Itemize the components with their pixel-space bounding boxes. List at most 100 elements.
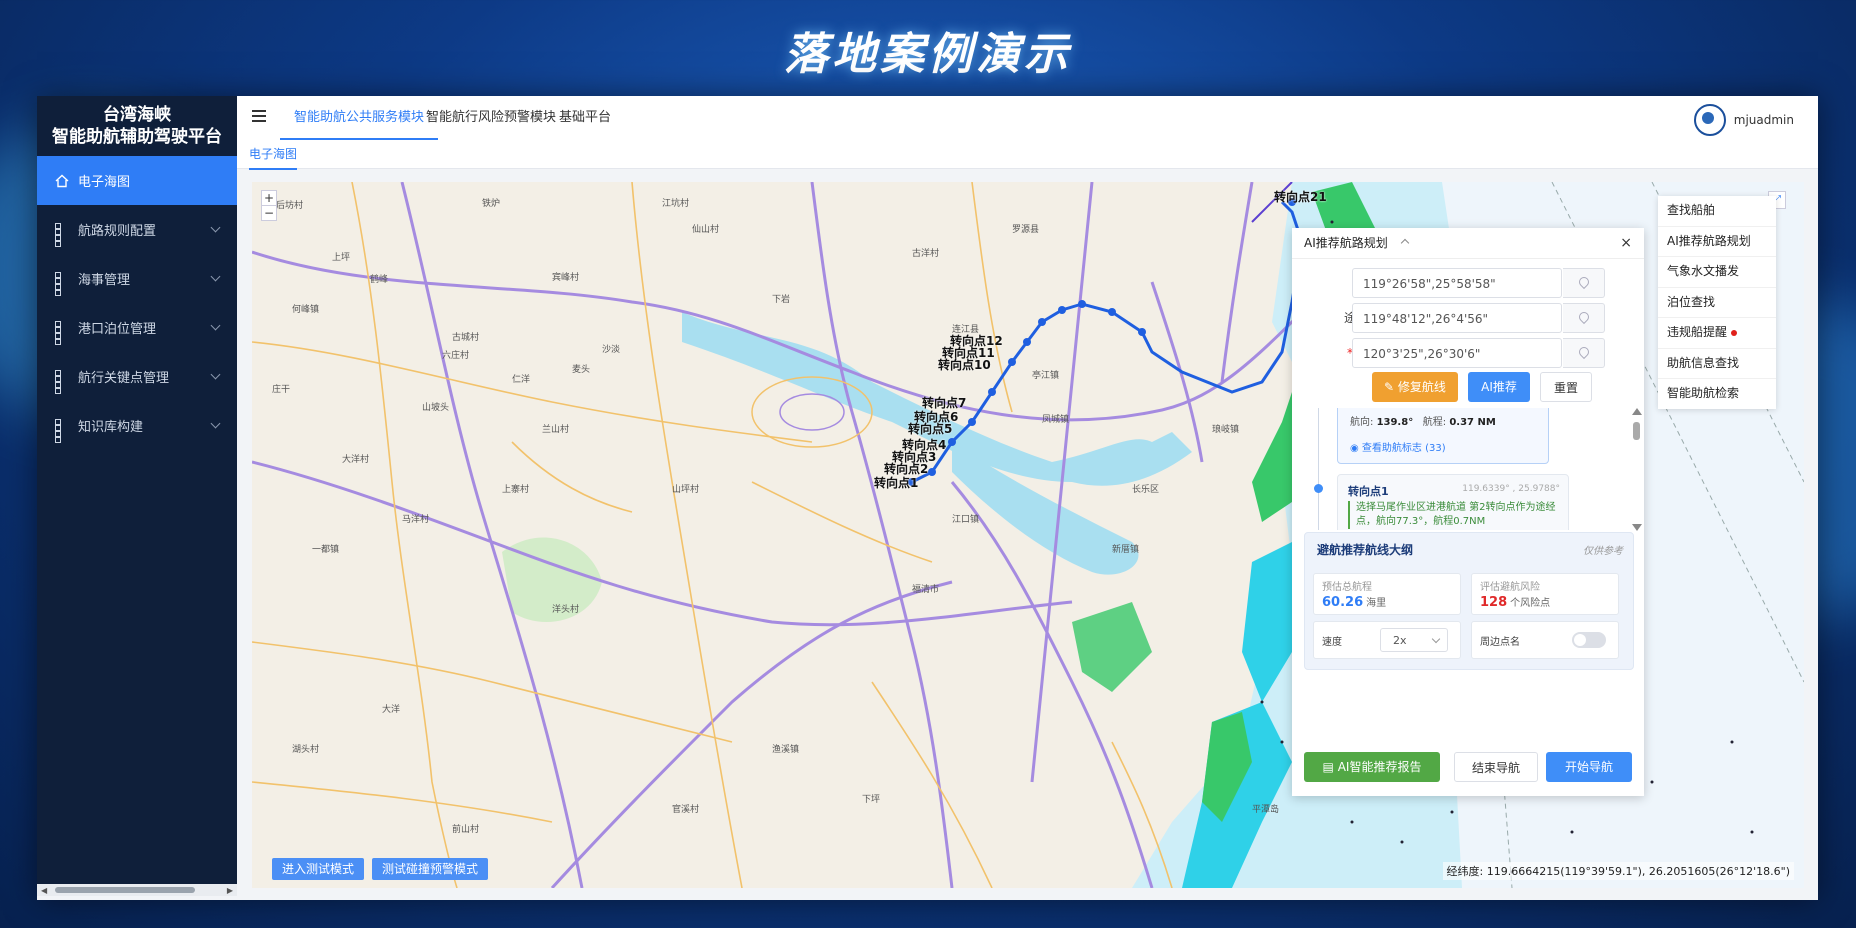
horizontal-scrollbar[interactable]: ◀ ▶ [37,884,237,896]
tab-electronic-chart[interactable]: 电子海图 [249,140,298,170]
place-label: 新厝镇 [1112,545,1140,555]
edit-icon: ✎ [1384,380,1398,394]
place-label: 下岩 [772,295,791,305]
zoom-control: + − [261,190,277,221]
top-nav: 智能助航公共服务模块 智能航行风险预警模块 基础平台 mjuadmin [237,96,1818,141]
place-label: 马洋村 [402,515,430,525]
via-point-row: 途径点 119°48'12",26°4'56" [1292,301,1644,335]
scrollbar-thumb[interactable] [1633,422,1640,440]
distance-unit: 海里 [1366,598,1387,609]
sidebar-item-route-rules[interactable]: 航路规则配置 [37,205,237,254]
heading-value: 139.8° [1376,417,1414,428]
sidebar-item-knowledge[interactable]: 知识库构建 [37,401,237,450]
menu-item-weather[interactable]: 气象水文播发 [1658,257,1776,288]
collision-warning-mode-button[interactable]: 测试碰撞预警模式 [372,858,489,880]
waypoint-label: 转向点5 [908,422,953,436]
route-timeline: 航向: 139.8° 航程: 0.37 NM ◉ 查看助航标志 (33) 转向点… [1304,408,1624,530]
test-mode-button[interactable]: 进入测试模式 [272,858,365,880]
avatar [1693,104,1726,136]
chevron-down-icon [210,418,221,429]
brand-line-1: 台湾海峡 [103,105,171,125]
location-pin-icon[interactable] [1563,338,1605,368]
sidebar: 台湾海峡 智能助航辅助驾驶平台 电子海图 航路规则配置 海事管理 港口泊位管理 … [37,96,237,896]
place-label: 后坊村 [276,201,304,211]
scroll-right-icon[interactable]: ▶ [227,886,233,895]
risk-label: 评估避航风险 [1480,582,1540,593]
distance-value-row: 60.26 海里 [1322,594,1386,610]
scroll-down-icon[interactable] [1632,524,1642,531]
risk-value: 128 [1480,595,1508,610]
place-label: 仁洋 [512,375,531,385]
repair-route-button[interactable]: ✎ 修复航线 [1372,372,1458,402]
tab-public-service[interactable]: 智能助航公共服务模块 [279,96,439,140]
place-label: 大洋村 [342,455,370,465]
distance-label: 预估总航程 [1322,582,1372,593]
nearby-names-toggle[interactable] [1572,632,1606,648]
waypoint-card[interactable]: 转向点1 119.6339° , 25.9788° 选择马尾作业区进港航道 第2… [1337,474,1569,530]
place-label: 长乐区 [1132,485,1160,495]
menu-item-violation[interactable]: 违规船提醒 [1658,318,1776,349]
ai-recommend-button[interactable]: AI推荐 [1468,372,1530,402]
speed-control: 速度 2x [1313,621,1461,659]
timeline-card: 航向: 139.8° 航程: 0.37 NM ◉ 查看助航标志 (33) [1337,408,1549,464]
waypoint-name: 转向点1 [1348,485,1389,498]
place-label: 宾峰村 [552,273,580,283]
tab-base-platform[interactable]: 基础平台 [559,96,611,140]
scroll-left-icon[interactable]: ◀ [41,886,47,895]
place-label: 琅岐镇 [1212,425,1240,435]
timeline-scrollbar[interactable] [1632,408,1642,534]
zoom-in-button[interactable]: + [262,191,276,206]
place-label: 何峰镇 [292,305,320,315]
via-point-input[interactable]: 119°48'12",26°4'56" [1352,303,1562,333]
sidebar-item-chart[interactable]: 电子海图 [37,156,237,205]
ai-report-button[interactable]: ▤ AI智能推荐报告 [1304,752,1440,782]
tab-risk-warning[interactable]: 智能航行风险预警模块 [426,96,556,140]
place-label: 庄干 [272,385,291,395]
menu-toggle-icon[interactable] [252,110,266,122]
view-aid-marks-link[interactable]: ◉ 查看助航标志 (33) [1350,439,1446,454]
ai-route-panel: AI推荐航路规划 × 起点 119°26'58",25°58'58" 途径点 1… [1292,228,1644,796]
collapse-icon[interactable] [1400,238,1409,248]
nearby-names-control: 周边点名 [1471,621,1619,659]
menu-item-smart-search[interactable]: 智能助航检索 [1658,379,1776,409]
speed-value: 2x [1393,634,1407,647]
zoom-out-button[interactable]: − [262,206,276,220]
location-pin-icon[interactable] [1563,303,1605,333]
brand-line-2: 智能助航辅助驾驶平台 [52,127,222,147]
end-navigation-button[interactable]: 结束导航 [1454,752,1538,782]
reset-button[interactable]: 重置 [1540,372,1592,402]
place-label: 亭江镇 [1032,371,1060,381]
start-point-input[interactable]: 119°26'58",25°58'58" [1352,268,1562,298]
range-value: 0.37 NM [1449,417,1496,428]
menu-item-find-ship[interactable]: 查找船舶 [1658,196,1776,227]
chevron-down-icon [1431,634,1441,644]
place-label: 官溪村 [672,805,700,815]
start-navigation-button[interactable]: 开始导航 [1546,752,1632,782]
location-pin-icon[interactable] [1563,268,1605,298]
menu-item-ai-route[interactable]: AI推荐航路规划 [1658,227,1776,257]
slide-title: 落地案例演示 [784,29,1072,80]
sidebar-item-berth[interactable]: 港口泊位管理 [37,303,237,352]
heading-label: 航向: [1350,417,1374,428]
waypoint-coord: 119.6339° , 25.9788° [1462,484,1560,494]
user-menu[interactable]: mjuadmin [1693,104,1794,136]
scroll-up-icon[interactable] [1632,408,1642,415]
waypoint-label: 转向点1 [874,476,919,490]
sidebar-item-label: 航行关键点管理 [78,371,170,386]
menu-item-berth[interactable]: 泊位查找 [1658,288,1776,318]
scrollbar-thumb[interactable] [55,887,195,893]
page-tabs: 电子海图 [237,140,1818,170]
sidebar-item-keypoints[interactable]: 航行关键点管理 [37,352,237,401]
sidebar-item-maritime[interactable]: 海事管理 [37,254,237,303]
speed-select[interactable]: 2x [1380,628,1448,652]
waypoint-label: 转向点21 [1274,190,1327,204]
grid-icon [55,320,69,345]
timeline-line [1318,408,1319,530]
close-icon[interactable]: × [1620,228,1632,258]
place-label: 罗源县 [1012,225,1040,235]
menu-item-aid-info[interactable]: 助航信息查找 [1658,349,1776,379]
home-icon [55,174,69,188]
end-point-input[interactable]: 120°3'25",26°30'6" [1352,338,1562,368]
chevron-down-icon [210,369,221,380]
panel-header: AI推荐航路规划 × [1292,228,1644,259]
